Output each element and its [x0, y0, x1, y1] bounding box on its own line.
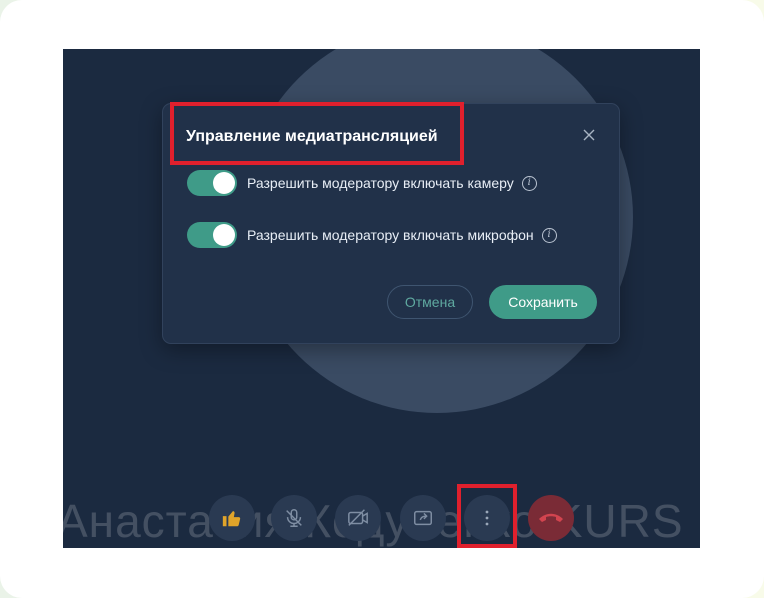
close-icon: [583, 128, 595, 146]
reaction-button[interactable]: [209, 495, 255, 541]
save-button[interactable]: Сохранить: [489, 285, 597, 319]
camera-permission-label: Разрешить модератору включать камеру: [247, 175, 514, 191]
media-control-dialog: Управление медиатрансляцией Разрешить мо…: [162, 103, 620, 344]
cancel-button[interactable]: Отмена: [387, 285, 473, 319]
share-screen-button[interactable]: [400, 495, 446, 541]
dialog-title: Управление медиатрансляцией: [186, 128, 438, 145]
thumbs-up-icon: [221, 507, 243, 529]
microphone-toggle-button[interactable]: [271, 495, 317, 541]
info-icon[interactable]: i: [521, 175, 537, 191]
participant-name-overlay: Анастасия Кодубенко KURS: [63, 495, 684, 547]
share-screen-icon: [412, 507, 434, 529]
more-vertical-icon: [484, 509, 490, 527]
option-microphone-row: Разрешить модератору включать микрофон i: [187, 221, 557, 249]
close-button[interactable]: [580, 128, 598, 146]
microphone-off-icon: [283, 507, 305, 529]
microphone-permission-toggle[interactable]: [187, 222, 237, 248]
screenshot-card: Анастасия Кодубенко KURS: [0, 0, 764, 598]
info-icon[interactable]: i: [541, 227, 557, 243]
camera-permission-toggle[interactable]: [187, 170, 237, 196]
microphone-permission-label: Разрешить модератору включать микрофон: [247, 227, 534, 243]
hang-up-icon: [538, 511, 564, 525]
toggle-knob: [213, 224, 235, 246]
hang-up-button[interactable]: [528, 495, 574, 541]
more-options-button[interactable]: [464, 495, 510, 541]
camera-toggle-button[interactable]: [335, 495, 381, 541]
toggle-knob: [213, 172, 235, 194]
option-camera-row: Разрешить модератору включать камеру i: [187, 169, 537, 197]
camera-off-icon: [346, 507, 370, 529]
